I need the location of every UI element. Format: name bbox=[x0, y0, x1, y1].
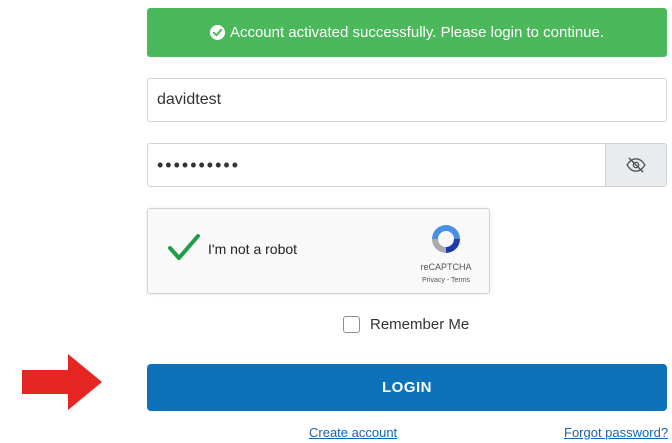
check-circle-icon bbox=[209, 25, 225, 40]
username-value: davidtest bbox=[157, 91, 222, 108]
toggle-password-button[interactable] bbox=[606, 143, 667, 187]
recaptcha-logo-icon bbox=[432, 225, 460, 253]
recaptcha-label: I'm not a robot bbox=[208, 241, 298, 257]
remember-me-label: Remember Me bbox=[370, 316, 470, 333]
recaptcha-privacy-link[interactable]: Privacy bbox=[422, 277, 445, 284]
alert-message: Account activated successfully. Please l… bbox=[229, 24, 605, 41]
success-alert: Account activated successfully. Please l… bbox=[147, 8, 667, 57]
eye-slash-icon bbox=[626, 157, 646, 173]
remember-me-checkbox[interactable] bbox=[343, 316, 360, 333]
create-account-link[interactable]: Create account bbox=[309, 425, 397, 440]
forgot-password-link[interactable]: Forgot password? bbox=[564, 425, 668, 440]
recaptcha-brand: reCAPTCHA bbox=[420, 262, 472, 272]
recaptcha-links: Privacy - Terms bbox=[411, 277, 481, 284]
recaptcha-checkmark-icon[interactable] bbox=[166, 231, 202, 265]
recaptcha-terms-link[interactable]: Terms bbox=[451, 277, 470, 284]
login-button[interactable]: LOGIN bbox=[147, 364, 667, 411]
username-input[interactable]: davidtest bbox=[147, 78, 667, 122]
recaptcha-widget: I'm not a robot reCAPTCHA Privacy - Term… bbox=[147, 208, 490, 294]
red-arrow-icon bbox=[22, 354, 102, 410]
password-input[interactable]: •••••••••• bbox=[147, 143, 606, 187]
remember-me[interactable]: Remember Me bbox=[343, 316, 469, 333]
password-value: •••••••••• bbox=[157, 154, 241, 175]
